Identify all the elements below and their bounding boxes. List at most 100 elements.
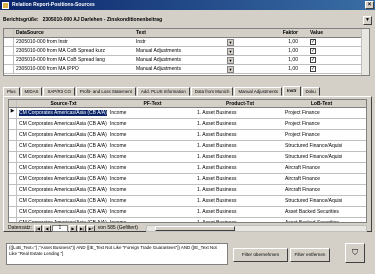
pf-text-cell[interactable]: Income <box>108 220 195 222</box>
product-txt-cell[interactable]: 1. Asset Business <box>195 165 283 171</box>
pf-text-cell[interactable]: Income <box>108 165 195 171</box>
chevron-down-icon[interactable]: ▼ <box>363 15 372 25</box>
tab-doku[interactable]: Doku <box>301 87 320 96</box>
datasource-row[interactable]: 2305010-000 from MA CoB Spread lang Manua… <box>4 56 369 65</box>
tab-midas[interactable]: MIDAS <box>20 87 43 96</box>
table-row[interactable]: CM Corporates Americas/Asia (CB A/A) Inco… <box>9 207 366 218</box>
vertical-scrollbar[interactable] <box>361 29 369 75</box>
new-record-button[interactable]: ▶* <box>86 224 95 232</box>
tab-plus[interactable]: Plus <box>3 87 20 96</box>
text-cell[interactable]: Instr ▼ <box>134 38 234 46</box>
pf-text-cell[interactable]: Income <box>108 198 195 204</box>
prev-record-button[interactable]: ◀ <box>42 224 51 232</box>
source-txt-cell[interactable]: CM Corporates Americas/Asia (CB A/A) <box>17 209 108 215</box>
lob-text-cell[interactable]: Asset Backed Securities <box>283 220 358 222</box>
source-txt-cell[interactable]: CM Corporates Americas/Asia (CB A/A) <box>17 121 108 127</box>
horizontal-scrollbar[interactable] <box>145 224 367 232</box>
lob-text-cell[interactable]: Project Finance <box>283 132 358 138</box>
chevron-down-icon[interactable]: ▼ <box>227 65 234 73</box>
chevron-down-icon[interactable]: ▼ <box>227 56 234 64</box>
last-record-button[interactable]: ▶| <box>77 224 86 232</box>
datasource-cell[interactable]: 2305010-000 from MA IPPO <box>14 66 134 72</box>
pf-text-cell[interactable]: Income <box>108 176 195 182</box>
value-checkbox[interactable]: ✓ <box>310 48 316 54</box>
lob-text-cell[interactable]: Structured Finance/Aquisi <box>283 143 358 149</box>
factor-cell[interactable]: 1,00 <box>269 66 304 72</box>
lob-text-cell[interactable]: Aircraft Finance <box>283 187 358 193</box>
product-txt-cell[interactable]: 1. Asset Business <box>195 198 283 204</box>
tab-sap-r3-co[interactable]: SAP/R3 CO <box>43 87 75 96</box>
pf-text-cell[interactable]: Income <box>108 143 195 149</box>
datasource-cell[interactable]: 2305010-000 from Instr <box>14 39 134 45</box>
row-selector[interactable] <box>9 141 17 151</box>
text-cell[interactable]: Manual Adjustments ▼ <box>134 56 234 64</box>
lob-text-cell[interactable]: Project Finance <box>283 121 358 127</box>
product-txt-cell[interactable]: 1. Asset Business <box>195 132 283 138</box>
product-txt-cell[interactable]: 1. Asset Business <box>195 209 283 215</box>
source-txt-cell[interactable]: CM Corporates Americas/Asia (CB A/A) <box>17 220 108 222</box>
tab-data-from-munich[interactable]: Data from Munich <box>190 87 234 96</box>
tab-manual-adjustments[interactable]: Manual Adjustments <box>234 87 282 96</box>
record-number-input[interactable]: 1 <box>51 224 68 232</box>
row-selector[interactable] <box>9 119 17 129</box>
remove-filter-button[interactable]: Filter entfernen <box>290 248 330 262</box>
first-record-button[interactable]: |◀ <box>33 224 42 232</box>
factor-cell[interactable]: 1,00 <box>269 39 304 45</box>
source-txt-cell[interactable]: CM Corporates Americas/Asia (CB A/A) <box>17 132 108 138</box>
pf-text-cell[interactable]: Income <box>108 209 195 215</box>
row-selector[interactable]: ▶ <box>9 108 17 118</box>
filter-icon[interactable]: ⛉ <box>345 243 365 263</box>
table-row[interactable]: CM Corporates Americas/Asia (CB A/A) Inco… <box>9 196 366 207</box>
pf-text-cell[interactable]: Income <box>108 132 195 138</box>
tab-profit-and-loss-statement[interactable]: Profit- and Loss Statement <box>75 87 136 96</box>
source-txt-cell[interactable]: CM Corporates Americas/Asia (CB A/A) <box>17 110 108 116</box>
factor-cell[interactable]: 1,00 <box>269 48 304 54</box>
lob-text-cell[interactable]: Aircraft Finance <box>283 176 358 182</box>
value-checkbox[interactable]: ✓ <box>310 39 316 45</box>
pf-text-cell[interactable]: Income <box>108 121 195 127</box>
close-icon[interactable]: × <box>365 1 374 9</box>
table-row[interactable]: CM Corporates Americas/Asia (CB A/A) Inco… <box>9 152 366 163</box>
product-txt-cell[interactable]: 1. Asset Business <box>195 110 283 116</box>
chevron-down-icon[interactable]: ▼ <box>227 47 234 55</box>
source-txt-cell[interactable]: CM Corporates Americas/Asia (CB A/A) <box>17 198 108 204</box>
row-selector[interactable] <box>9 174 17 184</box>
datasource-cell[interactable]: 2305010-000 from MA CoB Spread kurz <box>14 48 134 54</box>
row-selector[interactable] <box>9 218 17 222</box>
pf-text-cell[interactable]: Income <box>108 154 195 160</box>
product-txt-cell[interactable]: 1. Asset Business <box>195 143 283 149</box>
datasource-row[interactable]: 2305010-000 from MA CoB Spread kurz Manua… <box>4 47 369 56</box>
text-cell[interactable]: Manual Adjustments ▼ <box>134 65 234 73</box>
lob-text-cell[interactable]: Asset Backed Securities <box>283 209 358 215</box>
factor-cell[interactable]: 1,00 <box>269 57 304 63</box>
source-txt-cell[interactable]: CM Corporates Americas/Asia (CB A/A) <box>17 143 108 149</box>
table-row[interactable]: CM Corporates Americas/Asia (CB A/A) Inco… <box>9 141 366 152</box>
table-row[interactable]: CM Corporates Americas/Asia (CB A/A) Inco… <box>9 185 366 196</box>
value-checkbox[interactable]: ✓ <box>310 57 316 63</box>
row-selector[interactable] <box>9 163 17 173</box>
product-txt-cell[interactable]: 1. Asset Business <box>195 154 283 160</box>
source-txt-cell[interactable]: CM Corporates Americas/Asia (CB A/A) <box>17 176 108 182</box>
tab-instr[interactable]: Instr <box>282 86 301 96</box>
row-selector[interactable] <box>9 207 17 217</box>
text-cell[interactable]: Manual Adjustments ▼ <box>134 47 234 55</box>
row-selector[interactable] <box>9 196 17 206</box>
product-txt-cell[interactable]: 1. Asset Business <box>195 121 283 127</box>
value-checkbox[interactable]: ✓ <box>310 66 316 72</box>
table-row[interactable]: CM Corporates Americas/Asia (CB A/A) Inco… <box>9 130 366 141</box>
lob-text-cell[interactable]: Project Finance <box>283 110 358 116</box>
table-row[interactable]: CM Corporates Americas/Asia (CB A/A) Inco… <box>9 218 366 222</box>
table-row[interactable]: CM Corporates Americas/Asia (CB A/A) Inco… <box>9 119 366 130</box>
next-record-button[interactable]: ▶ <box>68 224 77 232</box>
filter-expression[interactable]: (([LoB_Text="] ;"Asset Business")) AND (… <box>6 243 228 265</box>
row-selector[interactable] <box>9 152 17 162</box>
row-selector[interactable] <box>9 185 17 195</box>
lob-text-cell[interactable]: Structured Finance/Aquisi <box>283 198 358 204</box>
tab-add-plus-information[interactable]: Add. PLUS Information <box>136 87 190 96</box>
chevron-down-icon[interactable]: ▼ <box>227 38 234 46</box>
product-txt-cell[interactable]: 1. Asset Business <box>195 187 283 193</box>
datasource-cell[interactable]: 2305010-000 from MA CoB Spread lang <box>14 57 134 63</box>
table-row[interactable]: CM Corporates Americas/Asia (CB A/A) Inco… <box>9 163 366 174</box>
pf-text-cell[interactable]: Income <box>108 187 195 193</box>
lob-text-cell[interactable]: Structured Finance/Aquisi <box>283 154 358 160</box>
